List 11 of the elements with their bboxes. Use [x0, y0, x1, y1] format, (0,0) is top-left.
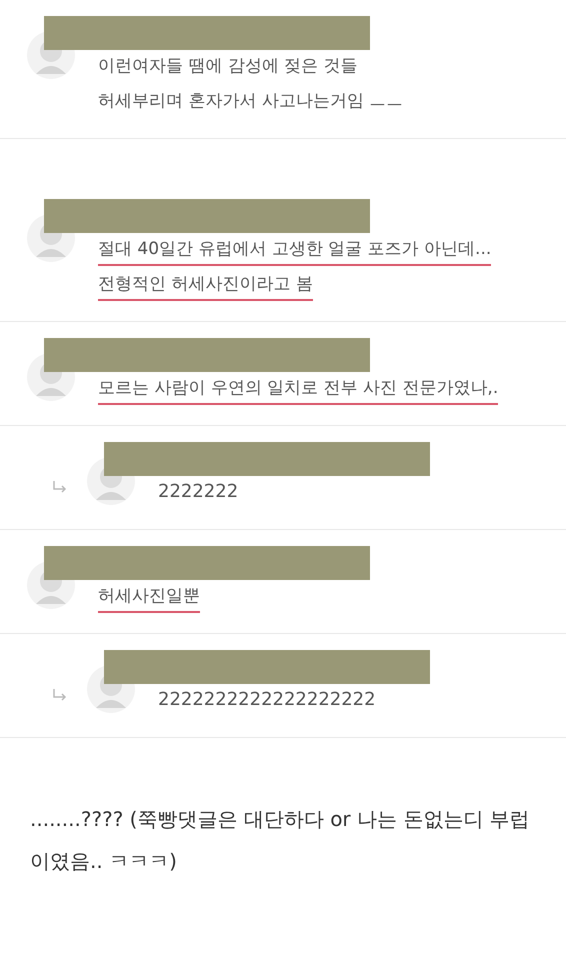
comment-text: 2222222222222222222	[158, 688, 376, 712]
comment-text: 절대 40일간 유럽에서 고생한 얼굴 포즈가 아닌데...	[98, 237, 492, 266]
reply-arrow-icon	[52, 480, 68, 494]
comment-text: 모르는 사람이 우연의 일치로 전부 사진 전문가였나,.	[98, 376, 498, 405]
comment-text: 이런여자들 땜에 감성에 젖은 것들	[98, 55, 358, 78]
comment-text: 2222222	[158, 480, 238, 504]
comment-text: 허세사진일뿐	[98, 584, 200, 613]
caption-text: ........???? (쭉빵댓글은 대단하다 or 나는 돈없는디 부럽 이였음.. ㅋㅋㅋ)	[30, 806, 530, 875]
reply-arrow-icon	[52, 688, 68, 702]
comment-text: 허세부리며 혼자가서 사고나는거임 ㅡㅡ	[98, 90, 404, 113]
comment-text: 전형적인 허세사진이라고 봄	[98, 272, 313, 301]
